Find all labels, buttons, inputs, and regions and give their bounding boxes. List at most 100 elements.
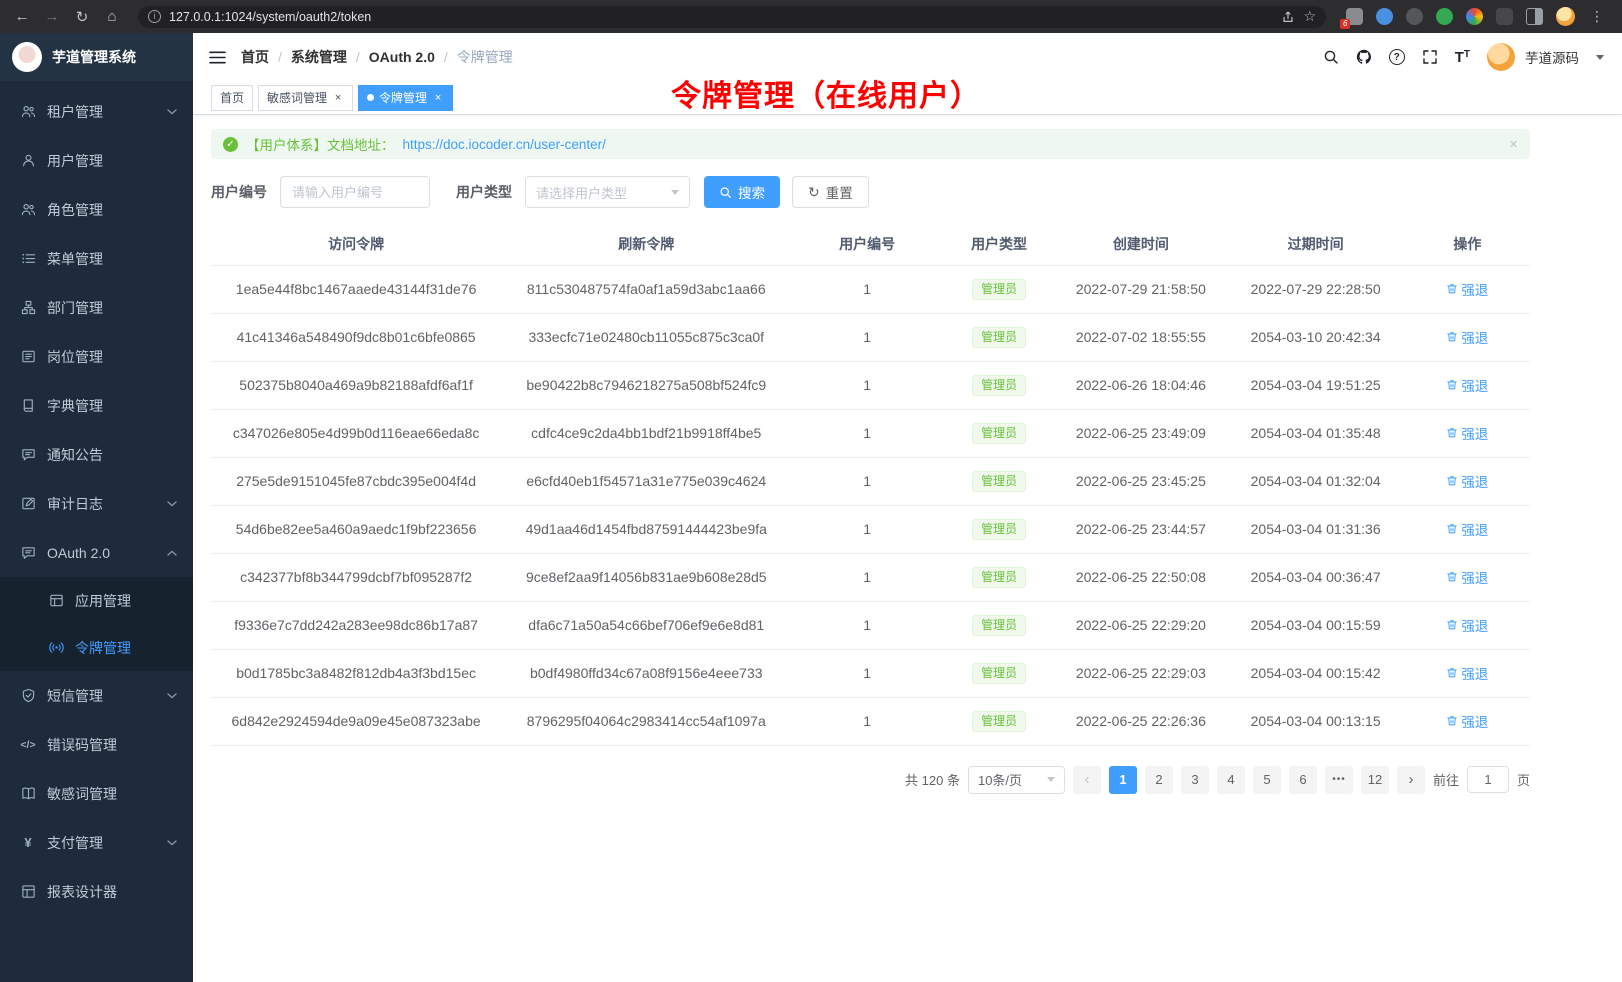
access-token-cell: 54d6be82ee5a460a9aedc1f9bf223656 — [211, 505, 501, 553]
fullscreen-icon[interactable] — [1422, 49, 1438, 65]
tab-home[interactable]: 首页 — [211, 85, 253, 111]
extension-icon-1[interactable]: 6 — [1346, 8, 1363, 25]
pagination: 共 120 条 10条/页 ‹ 123456•••12 › 前往 页 — [211, 766, 1530, 794]
help-icon[interactable]: ? — [1389, 49, 1405, 65]
sidebar-item-menu[interactable]: 菜单管理 — [0, 234, 193, 283]
user-id-input[interactable] — [280, 176, 430, 208]
close-icon[interactable]: × — [332, 92, 344, 104]
extensions-area: 6 ⋮ — [1340, 7, 1612, 26]
sidebar-item-label: 字典管理 — [47, 396, 177, 416]
force-logout-button[interactable]: 强退 — [1446, 519, 1488, 539]
sidebar-item-notice[interactable]: 通知公告 — [0, 430, 193, 479]
sidebar-item-sensitive-word[interactable]: 敏感词管理 — [0, 769, 193, 818]
search-button[interactable]: 搜索 — [704, 176, 780, 208]
sidebar-item-audit-log[interactable]: 审计日志 — [0, 479, 193, 528]
user-type-select[interactable]: 请选择用户类型 — [525, 176, 690, 208]
chevron-down-icon[interactable] — [1596, 55, 1604, 60]
page-button-4[interactable]: 4 — [1217, 766, 1245, 794]
force-logout-label: 强退 — [1461, 663, 1488, 683]
extension-icon-2[interactable] — [1376, 8, 1393, 25]
extension-icon-5[interactable] — [1466, 8, 1483, 25]
tab-sensitive-word[interactable]: 敏感词管理 × — [258, 85, 353, 111]
page-more-button[interactable]: ••• — [1325, 766, 1353, 794]
sidebar-item-oauth2-token[interactable]: 令牌管理 — [0, 624, 193, 671]
success-check-icon: ✓ — [223, 137, 238, 152]
browser-profile-avatar[interactable] — [1556, 7, 1575, 26]
sidebar-item-user[interactable]: 用户管理 — [0, 136, 193, 185]
url-bar[interactable]: i 127.0.0.1:1024/system/oauth2/token ☆ — [138, 6, 1326, 28]
username[interactable]: 芋道源码 — [1525, 47, 1579, 67]
breadcrumb-item-system[interactable]: 系统管理 — [291, 47, 347, 67]
forward-button[interactable]: → — [40, 8, 64, 25]
force-logout-button[interactable]: 强退 — [1446, 471, 1488, 491]
page-button-2[interactable]: 2 — [1145, 766, 1173, 794]
alert-close-icon[interactable]: × — [1509, 136, 1518, 153]
side-panel-icon[interactable] — [1526, 8, 1543, 25]
search-icon[interactable] — [1323, 49, 1339, 65]
sidebar-item-post[interactable]: 岗位管理 — [0, 332, 193, 381]
action-cell: 强退 — [1405, 601, 1530, 649]
extension-icon-6[interactable] — [1496, 8, 1513, 25]
sidebar-item-role[interactable]: 角色管理 — [0, 185, 193, 234]
breadcrumb-item-home[interactable]: 首页 — [241, 47, 269, 67]
next-page-button[interactable]: › — [1397, 766, 1425, 794]
breadcrumb-item-oauth[interactable]: OAuth 2.0 — [369, 49, 435, 65]
force-logout-button[interactable]: 强退 — [1446, 711, 1488, 731]
share-icon[interactable] — [1281, 10, 1295, 24]
force-logout-button[interactable]: 强退 — [1446, 663, 1488, 683]
browser-menu-icon[interactable]: ⋮ — [1588, 8, 1606, 25]
sidebar-item-oauth2-app[interactable]: 应用管理 — [0, 577, 193, 624]
site-info-icon[interactable]: i — [148, 10, 161, 23]
force-logout-button[interactable]: 强退 — [1446, 423, 1488, 443]
sidebar-item-pay[interactable]: ¥支付管理 — [0, 818, 193, 867]
extension-icon-3[interactable] — [1406, 8, 1423, 25]
force-logout-button[interactable]: 强退 — [1446, 327, 1488, 347]
goto-page-input[interactable] — [1467, 766, 1509, 793]
sidebar-item-tenant[interactable]: 租户管理 — [0, 87, 193, 136]
action-cell: 强退 — [1405, 697, 1530, 745]
trash-icon — [1446, 427, 1458, 439]
user-id-cell: 1 — [791, 649, 943, 697]
close-icon[interactable]: × — [432, 92, 444, 104]
force-logout-button[interactable]: 强退 — [1446, 615, 1488, 635]
trash-icon — [1446, 715, 1458, 727]
sidebar-item-report-designer[interactable]: 报表设计器 — [0, 867, 193, 916]
force-logout-button[interactable]: 强退 — [1446, 279, 1488, 299]
sidebar-item-error-code[interactable]: </>错误码管理 — [0, 720, 193, 769]
sidebar-toggle[interactable] — [209, 50, 226, 65]
user-avatar[interactable] — [1487, 43, 1515, 71]
extension-icon-4[interactable] — [1436, 8, 1453, 25]
page-size-select[interactable]: 10条/页 — [968, 766, 1065, 794]
home-button[interactable]: ⌂ — [100, 8, 124, 25]
doc-link[interactable]: https://doc.iocoder.cn/user-center/ — [403, 137, 606, 152]
user-type-cell: 管理员 — [943, 265, 1055, 313]
reload-button[interactable]: ↻ — [70, 8, 94, 26]
page-button-5[interactable]: 5 — [1253, 766, 1281, 794]
bookmark-star-icon[interactable]: ☆ — [1303, 8, 1316, 25]
font-size-icon[interactable]: TT — [1455, 49, 1470, 66]
sidebar-item-dept[interactable]: 部门管理 — [0, 283, 193, 332]
page-button-6[interactable]: 6 — [1289, 766, 1317, 794]
created-time-cell: 2022-06-25 22:29:03 — [1055, 649, 1226, 697]
github-icon[interactable] — [1356, 49, 1372, 65]
reset-button[interactable]: ↻ 重置 — [792, 176, 869, 208]
force-logout-label: 强退 — [1461, 375, 1488, 395]
force-logout-button[interactable]: 强退 — [1446, 567, 1488, 587]
page-button-3[interactable]: 3 — [1181, 766, 1209, 794]
sidebar-item-sms[interactable]: 短信管理 — [0, 671, 193, 720]
action-cell: 强退 — [1405, 361, 1530, 409]
token-table-body: 1ea5e44f8bc1467aaede43144f31de76811c5304… — [211, 265, 1530, 745]
user-id-cell: 1 — [791, 409, 943, 457]
app-logo[interactable]: 芋道管理系统 — [0, 33, 193, 81]
back-button[interactable]: ← — [10, 8, 34, 25]
sidebar-item-dict[interactable]: 字典管理 — [0, 381, 193, 430]
force-logout-label: 强退 — [1461, 711, 1488, 731]
page-button-1[interactable]: 1 — [1109, 766, 1137, 794]
force-logout-button[interactable]: 强退 — [1446, 375, 1488, 395]
column-header: 用户编号 — [791, 224, 943, 265]
prev-page-button[interactable]: ‹ — [1073, 766, 1101, 794]
sidebar-item-oauth2[interactable]: OAuth 2.0 — [0, 528, 193, 577]
user-type-cell: 管理员 — [943, 601, 1055, 649]
page-button-12[interactable]: 12 — [1361, 766, 1389, 794]
tab-token-management[interactable]: 令牌管理 × — [358, 85, 453, 111]
